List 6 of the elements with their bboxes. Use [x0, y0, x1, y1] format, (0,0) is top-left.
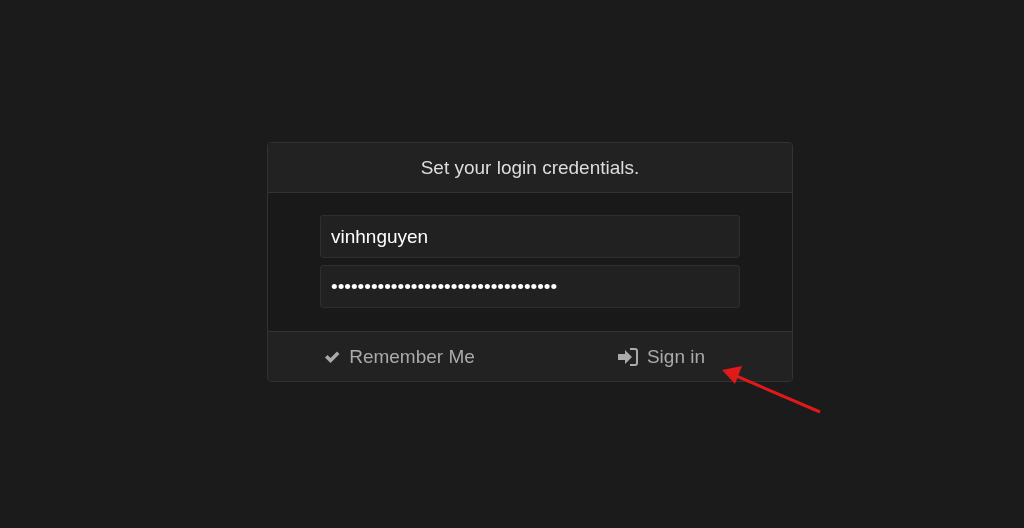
- sign-in-button[interactable]: Sign in: [612, 341, 710, 372]
- remember-me-checkbox[interactable]: Remember Me: [319, 341, 479, 372]
- username-field[interactable]: vinhnguyen: [320, 215, 740, 258]
- password-field[interactable]: ••••••••••••••••••••••••••••••••••: [320, 265, 740, 308]
- dialog-title: Set your login credentials.: [420, 156, 640, 179]
- sign-in-icon: [616, 346, 639, 367]
